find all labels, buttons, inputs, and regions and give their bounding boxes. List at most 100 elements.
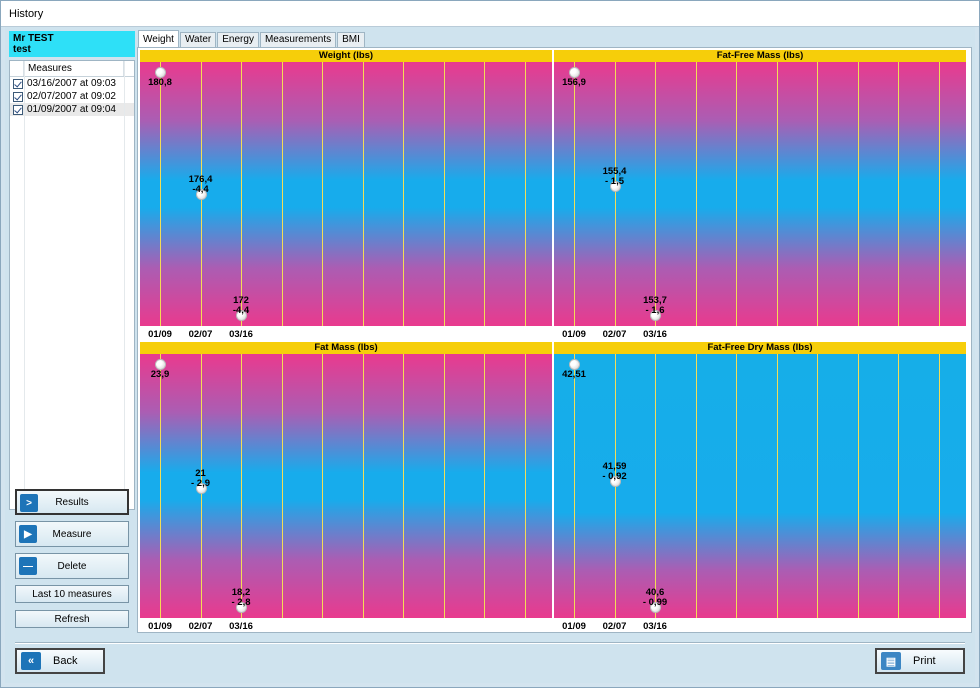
x-tick-label: 01/09: [148, 621, 172, 632]
history-window: History Mr TEST test Measures 03/16/2007…: [0, 0, 980, 688]
x-tick-label: 01/09: [562, 621, 586, 632]
grid-line: [362, 354, 364, 618]
user-box: Mr TEST test: [9, 31, 135, 57]
play-icon: ▶: [19, 525, 37, 543]
data-label: 155,4 - 1,5: [602, 165, 627, 187]
grid-line: [484, 62, 485, 326]
grid-line: [574, 62, 575, 326]
document-icon: ▤: [881, 652, 901, 670]
client-area: Mr TEST test Measures 03/16/2007 at 09:0…: [5, 27, 975, 683]
grid-line: [524, 354, 526, 618]
weight-lbs-chart: Weight (lbs) 180,8 176,4 -4,4 172 -4,4 01/09…: [140, 50, 552, 340]
fat-mass-lbs-chart: Fat Mass (lbs) 23,9 21 - 2,9 18,2 - 2,8 01/0…: [140, 342, 552, 632]
x-tick-label: 02/07: [188, 621, 213, 632]
grid-line: [938, 62, 940, 326]
grid-line: [817, 62, 818, 326]
plot-area: 42,51 41,59 - 0,92 40,6 - 0,99: [554, 354, 966, 618]
measure-row[interactable]: 03/16/2007 at 09:03: [10, 77, 134, 90]
chart-title: Fat-Free Mass (lbs): [554, 50, 966, 62]
measure-label: 02/07/2007 at 09:02: [27, 91, 116, 102]
minus-icon: —: [19, 557, 37, 575]
grid-line: [695, 62, 697, 326]
grid-line: [403, 62, 404, 326]
delete-button[interactable]: — Delete: [15, 553, 129, 579]
grid-line: [322, 354, 323, 618]
measures-header-label: Measures: [24, 61, 124, 76]
tab-weight[interactable]: Weight: [138, 30, 179, 47]
print-button[interactable]: ▤ Print: [875, 648, 965, 674]
column-divider: [124, 61, 125, 509]
x-tick-label: 03/16: [229, 621, 253, 632]
data-label: 23,9: [150, 369, 170, 380]
data-label: 156,9: [562, 77, 586, 88]
measure-label: 03/16/2007 at 09:03: [27, 78, 116, 89]
last-10-measures-button[interactable]: Last 10 measures: [15, 585, 129, 603]
grid-line: [524, 62, 526, 326]
results-button[interactable]: > Results: [15, 489, 129, 515]
refresh-button[interactable]: Refresh: [15, 610, 129, 628]
x-tick-label: 03/16: [643, 621, 667, 632]
x-tick-label: 01/09: [148, 329, 172, 340]
measure-row[interactable]: 02/07/2007 at 09:02: [10, 90, 134, 103]
fat-free-mass-lbs-chart: Fat-Free Mass (lbs) 156,9 155,4 - 1,5 153,7…: [554, 50, 966, 340]
grid-line: [241, 62, 242, 326]
x-tick-label: 01/09: [562, 329, 586, 340]
grid-line: [736, 354, 737, 618]
grid-line: [776, 62, 778, 326]
x-axis: 01/09 02/07 03/16: [554, 328, 966, 340]
grid-line: [160, 62, 161, 326]
grid-line: [857, 62, 859, 326]
grid-line: [322, 62, 323, 326]
x-tick-label: 02/07: [188, 329, 213, 340]
grid-line: [898, 354, 899, 618]
grid-line: [443, 62, 445, 326]
window-title: History: [1, 1, 979, 27]
tab-measurements[interactable]: Measurements: [259, 32, 337, 47]
bottom-divider: [15, 642, 965, 644]
data-label: 21 - 2,9: [190, 467, 210, 489]
chart-title: Fat Mass (lbs): [140, 342, 552, 354]
data-label: 153,7 - 1,6: [643, 295, 667, 316]
data-label: 42,51: [562, 369, 586, 380]
measure-checkbox[interactable]: [13, 104, 23, 115]
column-divider: [24, 61, 25, 509]
data-label: 40,6 - 0,99: [642, 587, 668, 608]
grid-line: [857, 354, 859, 618]
grid-line: [484, 354, 485, 618]
x-tick-label: 02/07: [602, 329, 627, 340]
grid-line: [938, 354, 940, 618]
plot-area: 180,8 176,4 -4,4 172 -4,4: [140, 62, 552, 326]
data-label: 180,8: [148, 77, 172, 88]
chevron-right-icon: >: [20, 494, 38, 512]
double-chevron-left-icon: «: [21, 652, 41, 670]
x-axis: 01/09 02/07 03/16: [554, 620, 966, 632]
tab-energy[interactable]: Energy: [217, 32, 259, 47]
back-button[interactable]: « Back: [15, 648, 105, 674]
tab-water[interactable]: Water: [179, 32, 217, 47]
grid-line: [403, 354, 404, 618]
measure-button[interactable]: ▶ Measure: [15, 521, 129, 547]
charts-area: Weight (lbs) 180,8 176,4 -4,4 172 -4,4 01/09…: [137, 47, 972, 633]
grid-line: [776, 354, 778, 618]
tab-bmi[interactable]: BMI: [337, 32, 365, 47]
measure-checkbox[interactable]: [13, 91, 23, 102]
chart-title: Weight (lbs): [140, 50, 552, 62]
measure-checkbox[interactable]: [13, 78, 23, 89]
grid-line: [614, 62, 616, 326]
measure-label: 01/09/2007 at 09:04: [27, 104, 116, 115]
plot-area: 156,9 155,4 - 1,5 153,7 - 1,6: [554, 62, 966, 326]
tab-bar: Weight Water Energy Measurements BMI: [138, 30, 366, 48]
measures-list[interactable]: Measures 03/16/2007 at 09:03 02/07/2007 …: [9, 60, 135, 510]
data-label: 172 -4,4: [232, 295, 250, 316]
grid-line: [443, 354, 445, 618]
grid-line: [241, 354, 242, 618]
plot-area: 23,9 21 - 2,9 18,2 - 2,8: [140, 354, 552, 618]
x-axis: 01/09 02/07 03/16: [140, 328, 552, 340]
measure-row[interactable]: 01/09/2007 at 09:04: [10, 103, 134, 116]
grid-line: [362, 62, 364, 326]
x-tick-label: 03/16: [229, 329, 253, 340]
user-sub: test: [13, 44, 31, 55]
grid-line: [695, 354, 697, 618]
measures-header: Measures: [10, 61, 134, 77]
data-label: 41,59 - 0,92: [602, 461, 627, 483]
